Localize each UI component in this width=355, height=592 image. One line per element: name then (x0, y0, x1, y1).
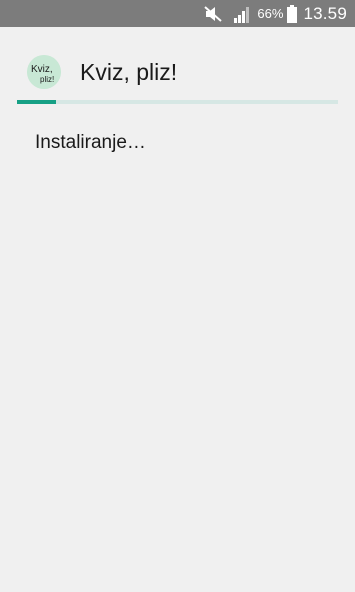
logo-line1: Kviz, (31, 64, 53, 75)
battery-icon (287, 4, 298, 23)
app-header: Kviz, pliz! Kviz, pliz! (0, 27, 355, 107)
battery-percentage: 66% (257, 6, 284, 21)
install-status-text: Instaliranje… (35, 132, 146, 153)
logo-line2: pliz! (40, 75, 54, 84)
signal-icon (234, 6, 250, 23)
app-title: Kviz, pliz! (80, 59, 178, 85)
install-progress-fill (17, 100, 56, 104)
mute-icon (204, 5, 223, 22)
status-bar: 66% 13.59 (0, 0, 355, 27)
status-icons: 66% 13.59 (203, 0, 347, 27)
app-logo-icon: Kviz, pliz! (27, 55, 61, 89)
clock: 13.59 (303, 3, 347, 23)
logo-artwork: Kviz, pliz! (27, 55, 61, 89)
install-progress-bar (17, 100, 338, 104)
